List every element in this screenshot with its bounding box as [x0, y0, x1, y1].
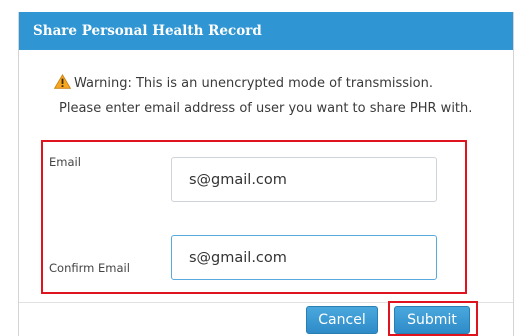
email-form-highlight: Email Confirm Email — [41, 140, 467, 294]
email-input[interactable] — [171, 157, 437, 202]
confirm-email-input[interactable] — [171, 235, 437, 280]
share-phr-dialog: Share Personal Health Record Warning: Th… — [18, 12, 514, 336]
submit-button[interactable]: Submit — [394, 306, 470, 334]
dialog-titlebar: Share Personal Health Record — [19, 12, 513, 50]
warning-message: Warning: This is an unencrypted mode of … — [74, 76, 433, 91]
confirm-email-label: Confirm Email — [49, 261, 130, 275]
warning-triangle-icon — [54, 74, 71, 89]
dialog-title: Share Personal Health Record — [33, 23, 262, 39]
email-label: Email — [49, 155, 81, 169]
instruction-text: Please enter email address of user you w… — [59, 101, 473, 116]
cancel-button[interactable]: Cancel — [306, 306, 378, 334]
